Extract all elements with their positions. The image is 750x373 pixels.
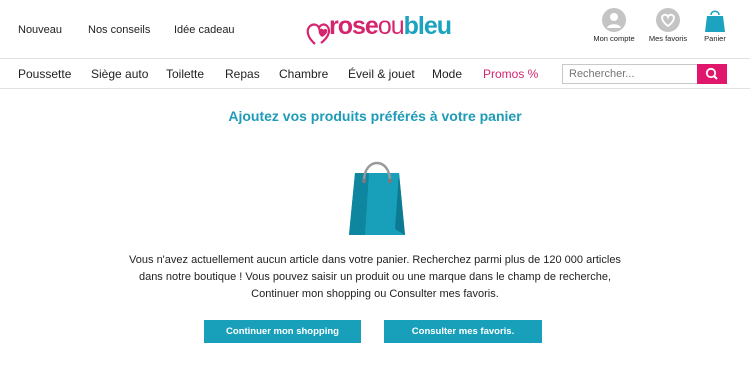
nav-item-repas[interactable]: Repas <box>225 67 260 81</box>
nav-item-poussette[interactable]: Poussette <box>18 67 71 81</box>
my-account-label: Mon compte <box>593 34 635 43</box>
favorites-label: Mes favoris <box>648 34 688 43</box>
empty-cart-bag-icon <box>349 161 405 235</box>
my-account-button[interactable]: Mon compte <box>592 8 636 43</box>
nav-item-eveil-jouet[interactable]: Éveil & jouet <box>348 67 415 81</box>
view-favorites-button[interactable]: Consulter mes favoris. <box>384 320 542 343</box>
main-nav: Poussette Siège auto Toilette Repas Cham… <box>0 58 750 89</box>
cart-button[interactable]: Panier <box>698 8 732 43</box>
user-icon <box>602 8 626 32</box>
shopping-bag-icon <box>705 10 725 32</box>
top-link-cadeau[interactable]: Idée cadeau <box>174 24 235 36</box>
message-line: Continuer mon shopping ou Consulter mes … <box>251 288 499 300</box>
nav-item-promos[interactable]: Promos % <box>483 67 538 81</box>
favorites-button[interactable]: Mes favoris <box>646 8 690 43</box>
nav-item-mode[interactable]: Mode <box>432 67 462 81</box>
search-input[interactable] <box>563 65 695 83</box>
empty-cart-message: Vous n'avez actuellement aucun article d… <box>110 252 640 303</box>
nav-item-chambre[interactable]: Chambre <box>279 67 328 81</box>
message-line: Vous n'avez actuellement aucun article d… <box>129 254 621 266</box>
nav-item-siege-auto[interactable]: Siège auto <box>91 67 148 81</box>
search-icon <box>705 67 718 80</box>
header: Nouveau Nos conseils Idée cadeau roseoub… <box>0 0 750 58</box>
heart-icon <box>656 8 680 32</box>
top-link-nouveau[interactable]: Nouveau <box>18 24 62 36</box>
search-button[interactable] <box>697 64 727 84</box>
continue-shopping-button[interactable]: Continuer mon shopping <box>204 320 361 343</box>
cart-label: Panier <box>704 34 726 43</box>
page-title: Ajoutez vos produits préférés à votre pa… <box>228 108 522 124</box>
logo[interactable]: roseoubleu <box>305 10 455 48</box>
nav-item-toilette[interactable]: Toilette <box>166 67 204 81</box>
message-line: dans notre boutique ! Vous pouvez saisir… <box>138 271 612 283</box>
search-box <box>562 64 727 84</box>
logo-text: roseoubleu <box>329 12 452 40</box>
top-link-conseils[interactable]: Nos conseils <box>88 24 150 36</box>
